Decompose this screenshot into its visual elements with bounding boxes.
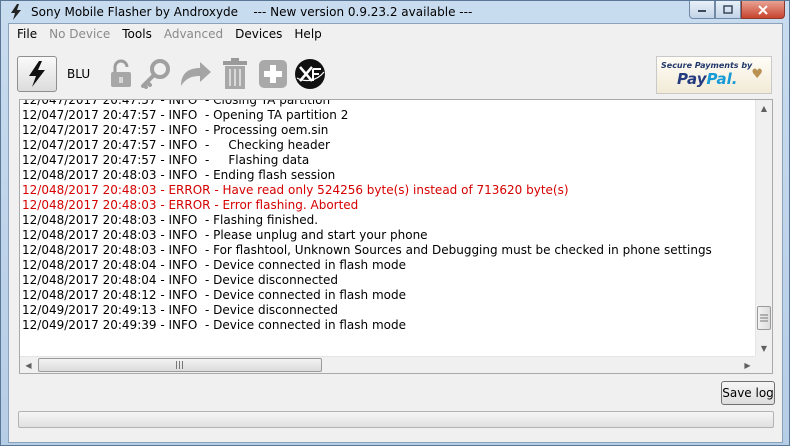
window-title: Sony Mobile Flasher by Androxyde --- New…	[31, 5, 473, 19]
paypal-logo: PayPal.	[677, 70, 738, 88]
progress-bar	[18, 411, 774, 428]
minimize-button[interactable]	[689, 1, 715, 19]
add-button[interactable]	[253, 56, 293, 92]
title-bar[interactable]: Sony Mobile Flasher by Androxyde --- New…	[1, 1, 789, 23]
flash-button[interactable]	[17, 56, 57, 92]
minimize-icon	[698, 9, 706, 12]
log-line: 12/048/2017 20:48:03 - INFO - Ending fla…	[22, 168, 336, 182]
menu-bar: File No Device Tools Advanced Devices He…	[9, 24, 782, 44]
key-icon	[141, 59, 170, 89]
log-line: 12/048/2017 20:48:04 - INFO - Device con…	[22, 258, 406, 272]
maximize-button[interactable]	[715, 1, 741, 19]
horizontal-scroll-thumb[interactable]	[38, 358, 322, 372]
delete-button[interactable]	[215, 56, 255, 92]
paypal-caption: Secure Payments by	[661, 61, 753, 70]
scroll-down-arrow-icon[interactable]: ▼	[756, 340, 772, 357]
log-line: 12/049/2017 20:49:13 - INFO - Device dis…	[22, 303, 338, 317]
menu-file[interactable]: File	[11, 24, 43, 44]
xperia-firmware-icon	[295, 59, 325, 89]
app-window: Sony Mobile Flasher by Androxyde --- New…	[0, 0, 790, 446]
menu-no-device[interactable]: No Device	[43, 24, 116, 44]
device-label: BLU	[67, 67, 91, 81]
client-area: File No Device Tools Advanced Devices He…	[8, 23, 783, 443]
close-icon	[758, 4, 768, 15]
menu-advanced[interactable]: Advanced	[158, 24, 229, 44]
trash-icon	[223, 58, 247, 89]
menu-tools[interactable]: Tools	[116, 24, 158, 44]
log-line: 12/048/2017 20:48:03 - ERROR - Have read…	[22, 183, 569, 197]
app-flash-icon	[7, 3, 25, 21]
xperia-firmware-button[interactable]	[290, 56, 330, 92]
scroll-up-arrow-icon[interactable]: ▲	[756, 100, 772, 117]
vertical-scroll-thumb[interactable]	[757, 306, 771, 330]
log-line: 12/048/2017 20:48:03 - INFO - Please unp…	[22, 228, 428, 242]
log-line: 12/048/2017 20:48:04 - INFO - Device dis…	[22, 273, 338, 287]
vertical-scrollbar[interactable]: ▲ ▼	[755, 100, 772, 357]
log-line: 12/048/2017 20:48:03 - ERROR - Error fla…	[22, 198, 359, 212]
key-button[interactable]	[135, 56, 175, 92]
flash-icon	[29, 61, 45, 87]
log-line: 12/049/2017 20:49:39 - INFO - Device con…	[22, 318, 406, 332]
maximize-icon	[723, 5, 733, 14]
grip-icon	[176, 361, 183, 369]
log-line: 12/048/2017 20:48:12 - INFO - Device con…	[22, 288, 406, 302]
scroll-left-arrow-icon[interactable]: ◀	[20, 357, 37, 373]
log-line: 12/047/2017 20:47:57 - INFO - Opening TA…	[22, 108, 349, 122]
plus-icon	[259, 60, 287, 88]
redo-button[interactable]	[175, 56, 215, 92]
redo-arrow-icon	[181, 62, 211, 86]
heart-icon: ♥	[751, 67, 763, 82]
scroll-right-arrow-icon[interactable]: ▶	[739, 357, 756, 373]
log-line: 12/047/2017 20:47:57 - INFO - Closing TA…	[22, 100, 331, 107]
log-line: 12/048/2017 20:48:03 - INFO - For flasht…	[22, 243, 712, 257]
window-controls	[689, 1, 785, 19]
scrollbar-corner	[755, 356, 772, 373]
log-line: 12/047/2017 20:47:57 - INFO - Flashing d…	[22, 153, 310, 167]
save-log-button[interactable]: Save log	[721, 381, 775, 405]
toolbar: BLU Secure Payments by PayPal. ♥	[9, 48, 782, 96]
paypal-donate-button[interactable]: Secure Payments by PayPal. ♥	[656, 56, 772, 94]
unlock-icon	[111, 59, 131, 87]
horizontal-scrollbar[interactable]: ◀ ▶	[20, 356, 756, 373]
menu-help[interactable]: Help	[288, 24, 327, 44]
log-panel[interactable]: 12/047/2017 20:47:57 - INFO - Closing TA…	[19, 99, 773, 374]
log-line: 12/047/2017 20:47:57 - INFO - Checking h…	[22, 138, 330, 152]
grip-icon	[760, 314, 768, 322]
log-line: 12/047/2017 20:47:57 - INFO - Processing…	[22, 123, 329, 137]
log-line: 12/048/2017 20:48:03 - INFO - Flashing f…	[22, 213, 319, 227]
close-button[interactable]	[741, 1, 785, 19]
log-lines: 12/047/2017 20:47:57 - INFO - Closing TA…	[20, 100, 756, 357]
menu-devices[interactable]: Devices	[229, 24, 288, 44]
